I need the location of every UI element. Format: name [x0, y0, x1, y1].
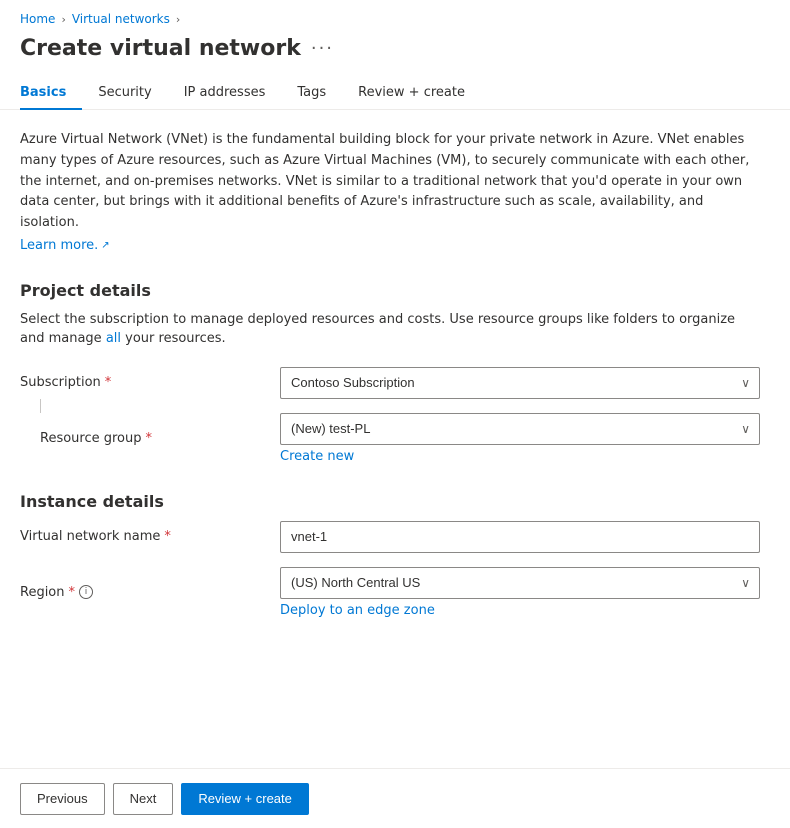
project-details-title: Project details [20, 281, 770, 300]
tab-review-create[interactable]: Review + create [342, 77, 481, 110]
external-link-icon: ↗ [101, 240, 109, 251]
vnet-name-input[interactable] [280, 521, 760, 553]
page-options-button[interactable]: ··· [311, 38, 334, 59]
region-info-icon[interactable]: i [79, 585, 93, 599]
breadcrumb-virtual-networks[interactable]: Virtual networks [72, 12, 170, 26]
breadcrumb: Home › Virtual networks › [0, 0, 790, 32]
subscription-field-row: Subscription * Contoso Subscription ∨ [20, 367, 770, 399]
breadcrumb-home[interactable]: Home [20, 12, 55, 26]
subscription-dropdown-wrapper: Contoso Subscription ∨ [280, 367, 760, 399]
resource-group-required: * [146, 431, 153, 446]
breadcrumb-sep-2: › [176, 13, 180, 26]
connector-line [40, 399, 41, 413]
page-title-row: Create virtual network ··· [0, 32, 790, 77]
main-content: Azure Virtual Network (VNet) is the fund… [0, 110, 790, 732]
resource-group-field-row: Resource group * (New) test-PL ∨ Create … [20, 413, 770, 464]
region-dropdown-wrapper: (US) North Central US ∨ [280, 567, 760, 599]
tab-basics[interactable]: Basics [20, 77, 82, 110]
vnet-name-input-col [280, 521, 760, 553]
breadcrumb-sep-1: › [61, 13, 65, 26]
project-details-description: Select the subscription to manage deploy… [20, 310, 760, 349]
subscription-required: * [105, 375, 112, 390]
deploy-edge-zone-link[interactable]: Deploy to an edge zone [280, 603, 435, 618]
vnet-name-field-row: Virtual network name * [20, 521, 770, 553]
review-create-button[interactable]: Review + create [181, 783, 309, 815]
tabs-bar: Basics Security IP addresses Tags Review… [0, 77, 790, 110]
subscription-input-col: Contoso Subscription ∨ [280, 367, 760, 399]
vnet-name-label: Virtual network name * [20, 529, 280, 544]
next-button[interactable]: Next [113, 783, 174, 815]
page-title: Create virtual network [20, 36, 301, 61]
region-input-col: (US) North Central US ∨ Deploy to an edg… [280, 567, 760, 618]
resource-group-dropdown-wrapper: (New) test-PL ∨ [280, 413, 760, 445]
region-label: Region * i [20, 585, 280, 600]
vnet-description: Azure Virtual Network (VNet) is the fund… [20, 130, 760, 234]
resource-group-input-col: (New) test-PL ∨ Create new [280, 413, 760, 464]
subscription-dropdown[interactable]: Contoso Subscription [280, 367, 760, 399]
previous-button[interactable]: Previous [20, 783, 105, 815]
vnet-name-required: * [164, 529, 171, 544]
tab-ip-addresses[interactable]: IP addresses [168, 77, 282, 110]
resource-group-dropdown[interactable]: (New) test-PL [280, 413, 760, 445]
subscription-label: Subscription * [20, 375, 280, 390]
tab-tags[interactable]: Tags [281, 77, 342, 110]
footer-bar: Previous Next Review + create [0, 768, 790, 828]
region-required: * [69, 585, 76, 600]
region-dropdown[interactable]: (US) North Central US [280, 567, 760, 599]
resource-group-label: Resource group * [20, 431, 280, 446]
learn-more-link[interactable]: Learn more. ↗ [20, 238, 110, 253]
instance-details-title: Instance details [20, 492, 770, 511]
region-field-row: Region * i (US) North Central US ∨ Deplo… [20, 567, 770, 618]
create-new-link[interactable]: Create new [280, 449, 354, 464]
tab-security[interactable]: Security [82, 77, 167, 110]
